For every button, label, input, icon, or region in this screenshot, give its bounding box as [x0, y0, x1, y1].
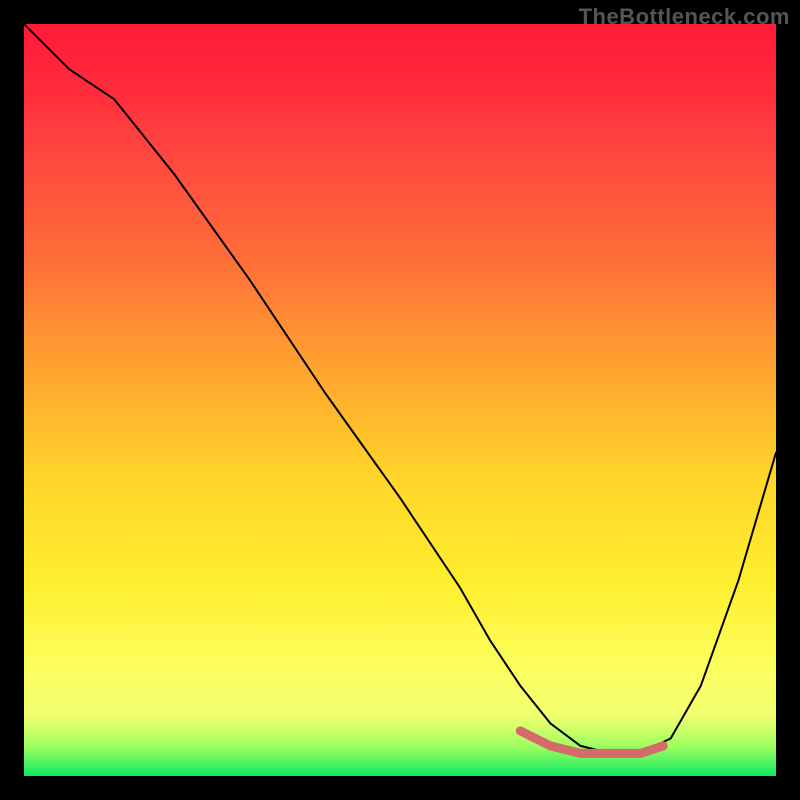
bottleneck-curve: [24, 24, 776, 753]
minimum-highlight: [520, 731, 663, 754]
curve-overlay: [24, 24, 776, 776]
plot-area: [24, 24, 776, 776]
